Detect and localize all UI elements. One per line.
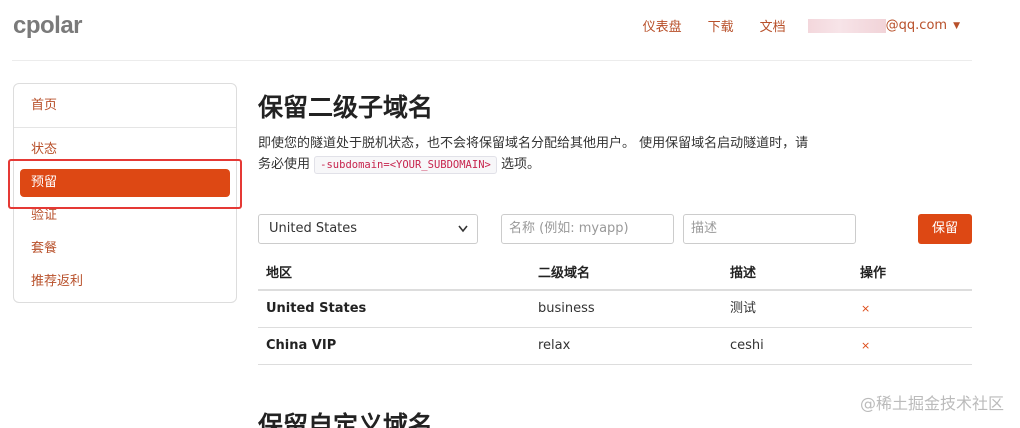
desc-text-2: 选项。: [500, 157, 540, 172]
region-select-value: United States: [269, 221, 358, 236]
name-input[interactable]: 名称 (例如: myapp): [501, 214, 674, 244]
table-row: China VIP relax ceshi ×: [258, 328, 972, 365]
delete-icon[interactable]: ×: [861, 328, 870, 363]
custom-domain-section-title: 保留自定义域名: [258, 411, 434, 428]
top-nav: 仪表盘 下载 文档 @qq.com ▼: [617, 16, 960, 35]
chevron-down-icon: [457, 215, 469, 255]
sidebar-divider: [14, 127, 236, 128]
sidebar: 首页 状态 预留 验证 套餐 推荐返利: [13, 83, 237, 303]
region-select[interactable]: United States: [258, 214, 478, 244]
sidebar-item-status[interactable]: 状态: [14, 136, 236, 164]
row-region: China VIP: [266, 338, 337, 353]
sidebar-item-referral[interactable]: 推荐返利: [14, 268, 236, 296]
caret-down-icon: ▼: [953, 20, 960, 31]
nav-dashboard[interactable]: 仪表盘: [643, 16, 682, 35]
delete-icon[interactable]: ×: [861, 291, 870, 326]
watermark: @稀土掘金技术社区: [859, 394, 1004, 413]
subdomain-code: -subdomain=<YOUR_SUBDOMAIN>: [314, 156, 497, 174]
page-description: 即使您的隧道处于脱机状态，也不会将保留域名分配给其他用户。 使用保留域名启动隧道…: [258, 133, 818, 176]
sidebar-item-plan[interactable]: 套餐: [14, 235, 236, 263]
sidebar-item-home[interactable]: 首页: [14, 92, 236, 120]
col-action: 操作: [860, 266, 887, 281]
header-divider: [12, 60, 972, 61]
row-subdomain: business: [538, 301, 595, 316]
row-region: United States: [266, 301, 367, 316]
table-header: 地区 二级域名 描述 操作: [258, 256, 972, 291]
reserve-button[interactable]: 保留: [918, 214, 972, 244]
redacted-email: [807, 18, 886, 33]
reserved-subdomains-table: 地区 二级域名 描述 操作 United States business 测试 …: [258, 256, 972, 365]
sidebar-item-reserve[interactable]: 预留: [20, 169, 230, 197]
user-email-suffix: @qq.com: [885, 18, 948, 33]
row-description: ceshi: [730, 338, 764, 353]
row-subdomain: relax: [538, 338, 571, 353]
description-input[interactable]: 描述: [683, 214, 856, 244]
user-menu[interactable]: @qq.com ▼: [807, 18, 960, 33]
sidebar-item-verify[interactable]: 验证: [14, 202, 236, 230]
col-region: 地区: [266, 266, 293, 281]
row-description: 测试: [730, 301, 757, 316]
nav-docs[interactable]: 文档: [760, 16, 786, 35]
cpolar-logo[interactable]: cpolar: [13, 12, 83, 40]
table-row: United States business 测试 ×: [258, 291, 972, 328]
col-description: 描述: [730, 266, 757, 281]
page-title: 保留二级子域名: [258, 93, 434, 122]
col-subdomain: 二级域名: [538, 266, 591, 281]
nav-download[interactable]: 下载: [708, 16, 734, 35]
